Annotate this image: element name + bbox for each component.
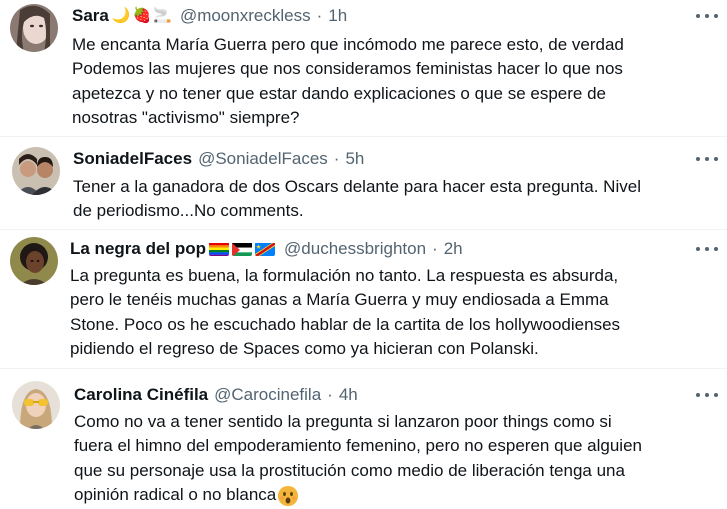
more-options-icon[interactable] — [696, 154, 718, 164]
handle[interactable]: @moonxreckless — [180, 5, 311, 27]
avatar[interactable] — [12, 381, 60, 429]
tweet-text-content: Como no va a tener sentido la pregunta s… — [74, 412, 642, 505]
tweet[interactable]: Sara 🌙 🍓 🚬 @moonxreckless · 1h Me encant… — [0, 0, 727, 135]
timestamp[interactable]: 5h — [345, 148, 364, 170]
name-emojis — [209, 242, 278, 256]
separator: · — [327, 385, 333, 404]
more-options-icon[interactable] — [696, 244, 718, 254]
timestamp[interactable]: 1h — [328, 5, 347, 27]
more-options-icon[interactable] — [696, 11, 718, 21]
avatar[interactable] — [12, 147, 60, 195]
tweet-text: La pregunta es buena, la formulación no … — [70, 266, 621, 359]
avatar[interactable] — [10, 4, 58, 52]
tweet[interactable]: SoniadelFaces @SoniadelFaces · 5h Tener … — [0, 137, 727, 229]
display-name[interactable]: La negra del pop — [70, 238, 206, 260]
separator: · — [333, 149, 340, 168]
name-emojis: 🌙 🍓 🚬 — [112, 5, 174, 27]
display-name[interactable]: SoniadelFaces — [73, 148, 192, 170]
avatar[interactable] — [10, 237, 58, 285]
handle[interactable]: @duchessbrighton — [284, 238, 426, 260]
congo-flag-icon — [255, 242, 276, 256]
separator: · — [316, 6, 323, 25]
tweet-text: Tener a la ganadora de dos Oscars delant… — [73, 177, 641, 221]
more-options-icon[interactable] — [696, 390, 718, 400]
timestamp[interactable]: 4h — [339, 384, 358, 406]
rainbow-flag-icon — [209, 242, 230, 256]
tweet-text: Me encanta María Guerra pero que incómod… — [72, 35, 624, 128]
cigarette-icon: 🚬 — [153, 7, 172, 24]
handle[interactable]: @Carocinefila — [214, 384, 321, 406]
handle[interactable]: @SoniadelFaces — [198, 148, 328, 170]
tweet[interactable]: La negra del pop @duchessbrighton · 2h L… — [0, 230, 727, 368]
palestine-flag-icon — [232, 242, 253, 256]
display-name[interactable]: Sara — [72, 5, 109, 27]
timestamp[interactable]: 2h — [444, 238, 463, 260]
crescent-moon-icon: 🌙 — [111, 7, 131, 24]
astonished-face-emoji-icon — [278, 485, 299, 506]
separator: · — [432, 239, 438, 258]
display-name[interactable]: Carolina Cinéfila — [74, 384, 208, 406]
strawberry-icon: 🍓 — [132, 7, 152, 24]
tweet-text: Como no va a tener sentido la pregunta s… — [74, 410, 642, 508]
tweet[interactable]: Carolina Cinéfila @Carocinefila · 4h Com… — [0, 369, 727, 509]
